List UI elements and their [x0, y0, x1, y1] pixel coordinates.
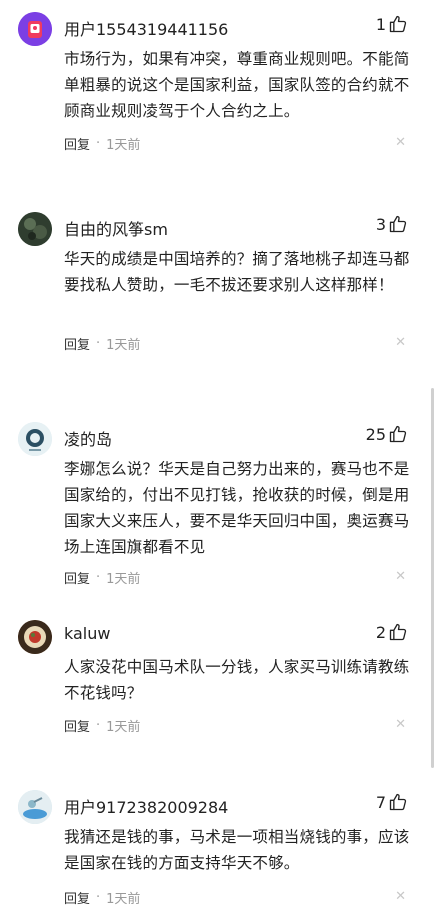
reply-button[interactable]: 回复	[64, 334, 90, 353]
close-icon[interactable]: ✕	[395, 569, 406, 584]
thumbs-up-icon	[389, 425, 407, 443]
thumbs-up-icon	[389, 623, 407, 641]
username[interactable]: 用户9172382009284	[64, 794, 228, 818]
reply-button[interactable]: 回复	[64, 716, 90, 735]
thumbs-up-icon	[389, 215, 407, 233]
timestamp: 1天前	[106, 572, 141, 587]
reply-button[interactable]: 回复	[64, 888, 90, 907]
like-button[interactable]: 7	[376, 792, 408, 812]
close-icon[interactable]: ✕	[395, 889, 406, 904]
separator-dot: ·	[96, 570, 101, 585]
like-button[interactable]: 1	[376, 14, 408, 34]
comment-meta: 回复 · 1天前	[64, 568, 140, 587]
like-count: 3	[375, 214, 386, 234]
comment-meta: 回复 · 1天前	[64, 888, 140, 907]
like-count: 25	[365, 424, 386, 444]
username[interactable]: 自由的风筝sm	[64, 216, 168, 240]
close-icon[interactable]: ✕	[395, 717, 406, 732]
timestamp: 1天前	[106, 138, 141, 153]
reply-button[interactable]: 回复	[64, 568, 90, 587]
close-icon[interactable]: ✕	[395, 135, 406, 150]
avatar[interactable]	[18, 12, 52, 46]
avatar[interactable]	[18, 790, 52, 824]
comment-meta: 回复 · 1天前	[64, 716, 140, 735]
username[interactable]: 凌的岛	[64, 426, 112, 450]
comment-text: 市场行为，如果有冲突，尊重商业规则吧。不能简单粗暴的说这个是国家利益，国家队签的…	[64, 50, 410, 120]
comment-text: 人家没花中国马术队一分钱，人家买马训练请教练不花钱吗？	[64, 658, 410, 702]
thumbs-up-icon	[389, 793, 407, 811]
thumbs-up-icon	[389, 15, 407, 33]
comment-meta: 回复 · 1天前	[64, 134, 140, 153]
avatar[interactable]	[18, 422, 52, 456]
comment-text: 华天的成绩是中国培养的？摘了落地桃子却连马都要找私人赞助，一毛不拔还要求别人这样…	[64, 250, 410, 294]
like-button[interactable]: 2	[376, 622, 408, 642]
reply-button[interactable]: 回复	[64, 134, 90, 153]
comment-text: 李娜怎么说？华天是自己努力出来的，赛马也不是国家给的，付出不见打钱，抢收获的时候…	[64, 460, 410, 556]
like-count: 7	[375, 792, 386, 812]
comment-meta: 回复 · 1天前	[64, 334, 140, 353]
username[interactable]: kaluw	[64, 624, 110, 643]
like-count: 1	[375, 14, 386, 34]
like-count: 2	[375, 622, 386, 642]
close-icon[interactable]: ✕	[395, 335, 406, 350]
separator-dot: ·	[96, 136, 101, 151]
like-button[interactable]: 25	[366, 424, 408, 444]
timestamp: 1天前	[106, 892, 141, 907]
like-button[interactable]: 3	[376, 214, 408, 234]
username[interactable]: 用户1554319441156	[64, 16, 228, 40]
separator-dot: ·	[96, 336, 101, 351]
separator-dot: ·	[96, 890, 101, 905]
separator-dot: ·	[96, 718, 101, 733]
comment-text: 我猜还是钱的事，马术是一项相当烧钱的事，应该是国家在钱的方面支持华天不够。	[64, 828, 410, 872]
avatar[interactable]	[18, 212, 52, 246]
timestamp: 1天前	[106, 338, 141, 353]
avatar[interactable]	[18, 620, 52, 654]
scrollbar[interactable]	[431, 388, 434, 768]
timestamp: 1天前	[106, 720, 141, 735]
